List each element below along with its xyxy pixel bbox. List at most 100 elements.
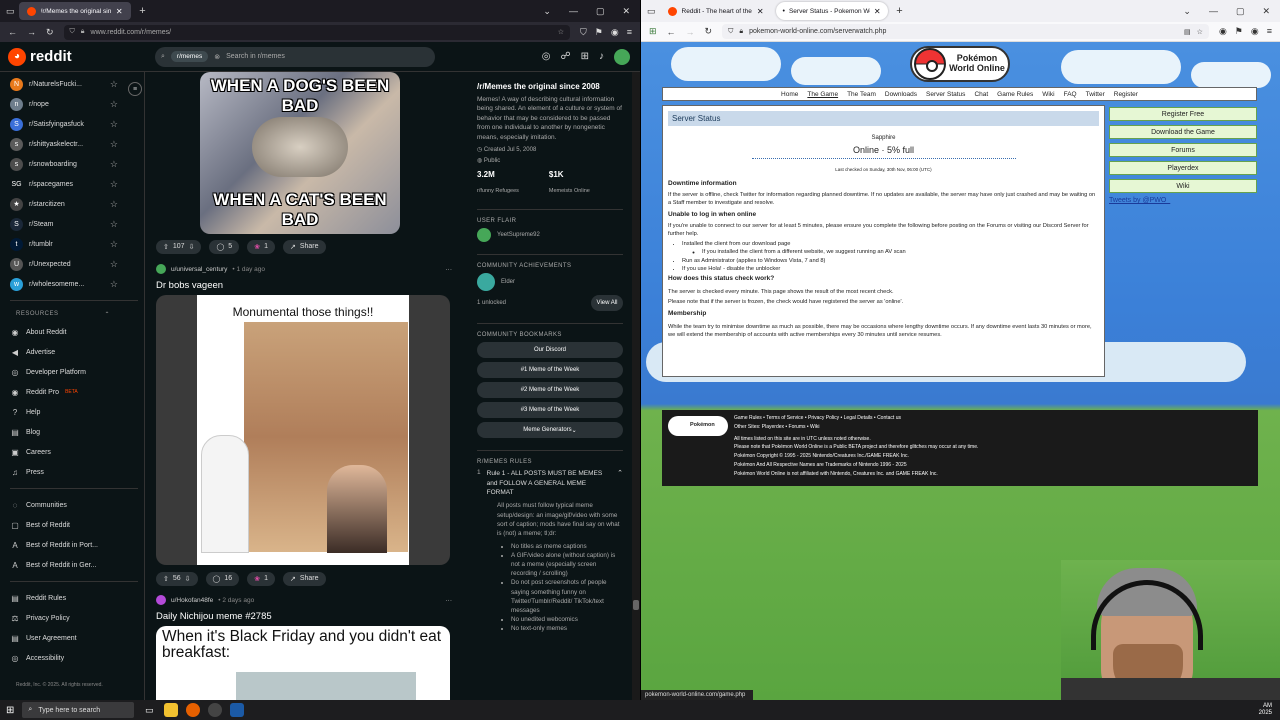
nav-link-twitter[interactable]: Twitter xyxy=(1086,91,1105,98)
sidebar-item-best-ger[interactable]: A Best of Reddit in Ger... xyxy=(10,555,138,575)
tab-server-status[interactable]: • Server Status - Pokemon World ✕ xyxy=(775,2,888,20)
post-title[interactable]: Daily Nichijou meme #2785 xyxy=(156,611,272,622)
clear-scope-icon[interactable]: ⊗ xyxy=(214,53,220,61)
post-image-cat-meme[interactable]: WHEN A DOG'S BEEN BAD WHEN A CAT'S BEEN … xyxy=(200,72,400,234)
close-window-icon[interactable]: ✕ xyxy=(622,6,630,17)
chevron-down-icon[interactable]: ⌄ xyxy=(543,6,551,17)
bookmark-meme-2[interactable]: #2 Meme of the Week xyxy=(477,382,623,399)
favorite-star-icon[interactable]: ☆ xyxy=(110,119,138,130)
share-button[interactable]: ↗ Share xyxy=(282,572,326,586)
sidebar-item-community[interactable]: s r/shittyaskelectr... ☆ xyxy=(10,134,138,154)
sidebar-item-communities[interactable]: ◌ Communities xyxy=(10,495,138,515)
sidebar-toggle-icon[interactable]: ▭ xyxy=(647,6,656,17)
reddit-logo[interactable]: ◕ reddit xyxy=(8,47,72,66)
pocket-icon[interactable]: ⛉ xyxy=(580,27,587,38)
back-icon[interactable]: ← xyxy=(8,27,17,37)
search-bar[interactable]: ⌕ r/memes ⊗ Search in r/memes xyxy=(155,46,435,67)
close-window-icon[interactable]: ✕ xyxy=(1262,6,1270,17)
minimize-icon[interactable]: — xyxy=(1209,6,1218,17)
sidebar-item-community[interactable]: SG r/spacegames ☆ xyxy=(10,174,138,194)
forward-icon[interactable]: → xyxy=(27,27,36,37)
tab-reddit[interactable]: Reddit - The heart of the intern ✕ xyxy=(660,2,772,20)
scrollbar[interactable] xyxy=(632,72,640,700)
sidebar-item-community[interactable]: w r/wholesomeme... ☆ xyxy=(10,274,138,294)
favorite-star-icon[interactable]: ☆ xyxy=(110,99,138,110)
post-author[interactable]: u/Hokofan48fe xyxy=(171,597,213,604)
nav-link-register[interactable]: Register xyxy=(1114,91,1138,98)
upvote-icon[interactable]: ⇧ xyxy=(163,575,169,583)
more-options-icon[interactable]: ··· xyxy=(446,597,453,604)
register-free-button[interactable]: Register Free xyxy=(1109,107,1257,121)
close-tab-icon[interactable]: ✕ xyxy=(116,7,123,16)
new-tab-button[interactable]: + xyxy=(135,5,151,17)
comments-button[interactable]: ◯ 5 xyxy=(209,240,240,254)
playerdex-button[interactable]: Playerdex xyxy=(1109,161,1257,175)
start-icon[interactable]: ⊞ xyxy=(6,705,14,716)
sidebar-item-community[interactable]: Sr/Steam ☆ xyxy=(10,214,138,234)
download-game-button[interactable]: Download the Game xyxy=(1109,125,1257,139)
wiki-button[interactable]: Wiki xyxy=(1109,179,1257,193)
obs-icon[interactable] xyxy=(208,703,223,717)
close-tab-icon[interactable]: ✕ xyxy=(874,7,881,16)
firefox-icon[interactable] xyxy=(186,703,201,717)
sidebar-item-best-port[interactable]: A Best of Reddit in Port... xyxy=(10,535,138,555)
sidebar-item-careers[interactable]: ▣ Careers xyxy=(10,442,138,462)
avatar[interactable] xyxy=(614,48,630,65)
sidebar-item-community[interactable]: Ur/Unexpected ☆ xyxy=(10,254,138,274)
sidebar-item-community[interactable]: Sr/Satisfyingasfuck ☆ xyxy=(10,114,138,134)
maximize-icon[interactable]: ▢ xyxy=(1236,6,1245,17)
more-options-icon[interactable]: ··· xyxy=(446,266,453,273)
steam-icon[interactable] xyxy=(230,703,245,717)
post-author[interactable]: u/universal_century xyxy=(171,266,227,273)
favorite-star-icon[interactable]: ☆ xyxy=(110,199,138,210)
downvote-icon[interactable]: ⇩ xyxy=(189,243,195,251)
bookmark-star-icon[interactable]: ☆ xyxy=(558,28,564,36)
nav-link-downloads[interactable]: Downloads xyxy=(885,91,917,98)
footer-links[interactable]: Game Rules • Terms of Service • Privacy … xyxy=(734,414,1252,423)
sidebar-item-help[interactable]: ? Help xyxy=(10,402,138,422)
sidebar-item-community[interactable]: t r/tumblr ☆ xyxy=(10,234,138,254)
taskbar-search[interactable]: ⌕ Type here to search xyxy=(22,702,135,718)
share-button[interactable]: ↗ Share xyxy=(282,240,326,254)
avatar[interactable] xyxy=(156,264,166,274)
sidebar-item-community[interactable]: ★ r/starcitizen ☆ xyxy=(10,194,138,214)
account-icon[interactable]: ◉ xyxy=(611,27,619,38)
reload-icon[interactable]: ↻ xyxy=(705,26,713,37)
nav-link-server-status[interactable]: Server Status xyxy=(926,91,965,98)
post-title[interactable]: Dr bobs vageen xyxy=(156,280,223,291)
achievement[interactable]: Elder xyxy=(477,273,623,292)
avatar[interactable] xyxy=(156,595,166,605)
minimize-icon[interactable]: — xyxy=(569,6,578,17)
nav-link-chat[interactable]: Chat xyxy=(974,91,988,98)
close-tab-icon[interactable]: ✕ xyxy=(757,7,764,16)
nav-link-game-rules[interactable]: Game Rules xyxy=(997,91,1033,98)
nav-link-home[interactable]: Home xyxy=(781,91,798,98)
resources-heading[interactable]: RESOURCES ⌃ xyxy=(16,311,138,318)
rule-1[interactable]: 1 Rule 1 - ALL POSTS MUST BE MEMES and F… xyxy=(477,469,623,497)
vote-control[interactable]: ⇧ 56 ⇩ xyxy=(156,572,198,586)
footer-logo[interactable]: Pokémon xyxy=(668,416,728,436)
bookmark-discord[interactable]: Our Discord xyxy=(477,342,623,359)
favorite-star-icon[interactable]: ☆ xyxy=(110,159,138,170)
menu-icon[interactable]: ≡ xyxy=(627,27,632,38)
post-image-nichijou[interactable]: When it's Black Friday and you didn't ea… xyxy=(156,626,450,700)
sidebar-item-community[interactable]: n r/nope ☆ xyxy=(10,94,138,114)
extensions-icon[interactable]: ⚑ xyxy=(1235,26,1243,37)
search-scope-chip[interactable]: r/memes xyxy=(170,51,209,62)
pocket-icon[interactable]: ◉ xyxy=(1219,26,1227,37)
user-flair[interactable]: YeetSupreme92 xyxy=(477,228,623,243)
sidebar-item-community[interactable]: Nr/NaturelsFucki... ☆ xyxy=(10,74,138,94)
sidebar-item-advertise[interactable]: ◀ Advertise xyxy=(10,342,138,362)
tab-reddit-memes[interactable]: /r/Memes the original since 20 ✕ xyxy=(18,2,131,20)
bookmark-meme-1[interactable]: #1 Meme of the Week xyxy=(477,362,623,379)
sidebar-item-about[interactable]: ◉ About Reddit xyxy=(10,322,138,342)
reload-icon[interactable]: ↻ xyxy=(46,27,54,38)
favorite-star-icon[interactable]: ☆ xyxy=(110,279,138,290)
new-tab-button[interactable]: + xyxy=(892,5,908,17)
address-bar[interactable]: ⛉ 🔒︎ pokemon-world-online.com/serverwatc… xyxy=(722,24,1209,39)
system-clock[interactable]: AM 2025 xyxy=(1259,703,1280,716)
award-button[interactable]: ❀ 1 xyxy=(247,240,275,254)
favorite-star-icon[interactable]: ☆ xyxy=(110,219,138,230)
favorite-star-icon[interactable]: ☆ xyxy=(110,139,138,150)
account-icon[interactable]: ◉ xyxy=(1251,26,1259,37)
